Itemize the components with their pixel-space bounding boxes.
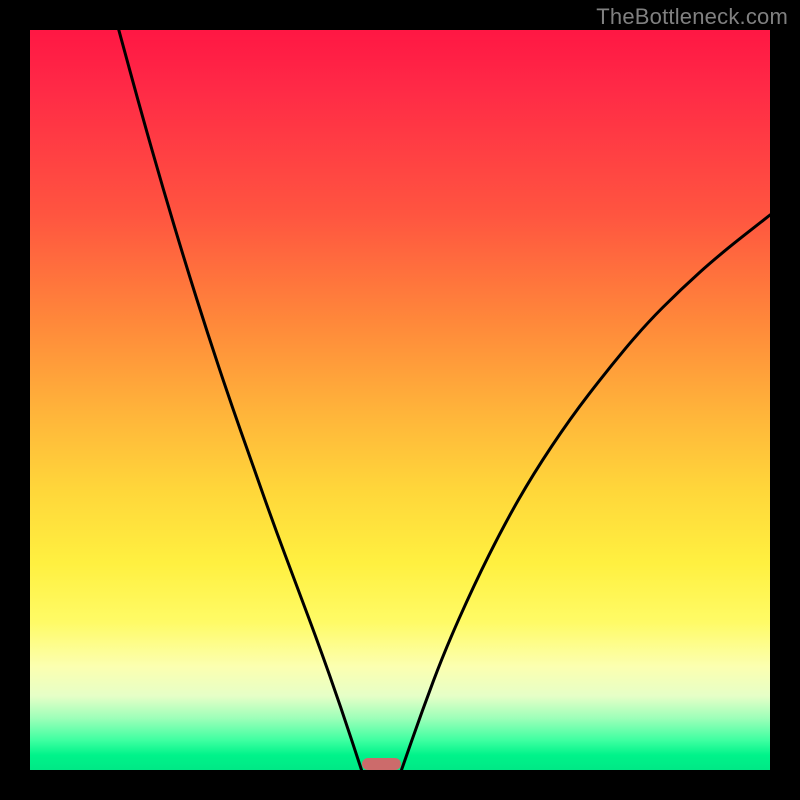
bottleneck-marker bbox=[362, 758, 402, 770]
curve-right-branch bbox=[401, 215, 770, 770]
branding-label: TheBottleneck.com bbox=[596, 4, 788, 30]
curve-layer bbox=[30, 30, 770, 770]
plot-area bbox=[30, 30, 770, 770]
chart-frame: TheBottleneck.com bbox=[0, 0, 800, 800]
curve-left-branch bbox=[119, 30, 362, 770]
